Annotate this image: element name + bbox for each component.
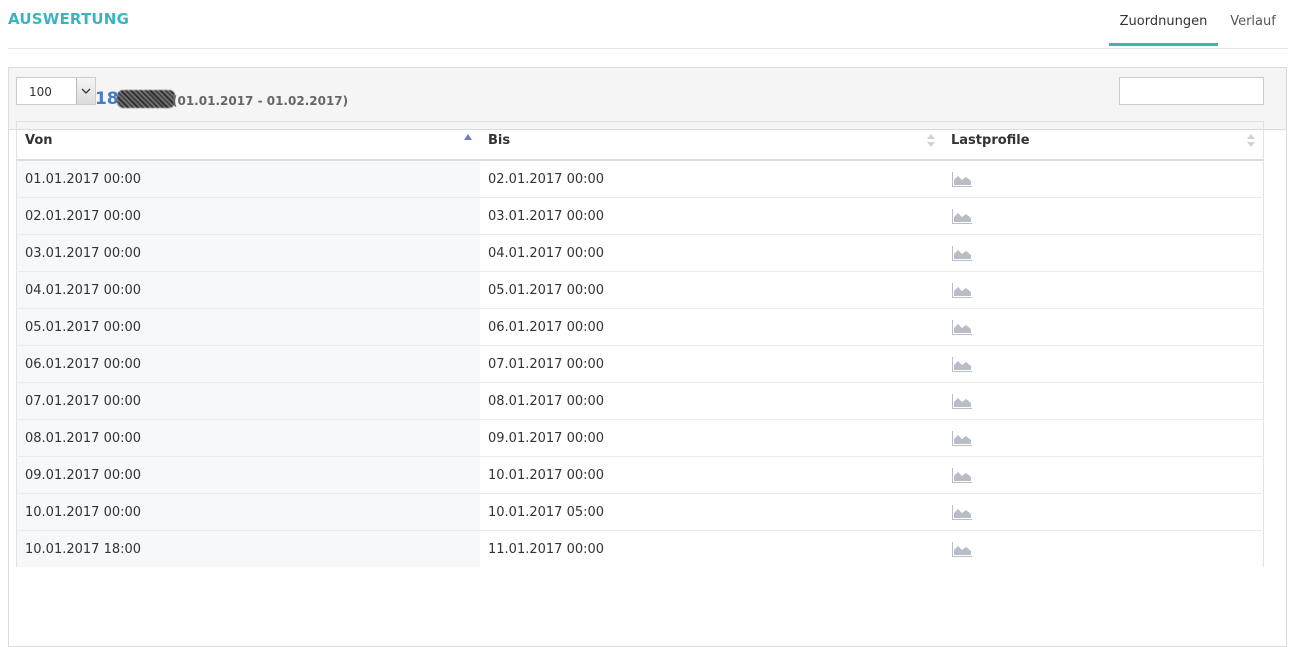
cell-bis: 10.01.2017 05:00 bbox=[480, 493, 943, 531]
column-label-bis: Bis bbox=[488, 133, 511, 148]
cell-bis: 09.01.2017 00:00 bbox=[480, 419, 943, 457]
table-row: 01.01.2017 00:00 02.01.2017 00:00 bbox=[16, 160, 1264, 198]
header-divider bbox=[8, 48, 1288, 49]
cell-lastprofile bbox=[943, 493, 1264, 531]
table-row: 07.01.2017 00:00 08.01.2017 00:00 bbox=[16, 382, 1264, 420]
cell-lastprofile bbox=[943, 530, 1264, 567]
cell-bis: 11.01.2017 00:00 bbox=[480, 530, 943, 567]
search-field[interactable] bbox=[1119, 77, 1264, 105]
period-range: (01.01.2017 - 01.02.2017) bbox=[172, 94, 349, 108]
cell-von: 03.01.2017 00:00 bbox=[16, 234, 480, 272]
cell-von: 05.01.2017 00:00 bbox=[16, 308, 480, 346]
cell-lastprofile bbox=[943, 382, 1264, 420]
redacted-text bbox=[117, 90, 175, 108]
page-length-select[interactable]: 100 bbox=[16, 77, 96, 105]
chevron-down-icon[interactable] bbox=[76, 78, 95, 104]
cell-lastprofile bbox=[943, 271, 1264, 309]
table-row: 10.01.2017 18:00 11.01.2017 00:00 bbox=[16, 530, 1264, 567]
area-chart-icon[interactable] bbox=[952, 245, 972, 261]
cell-von: 07.01.2017 00:00 bbox=[16, 382, 480, 420]
area-chart-icon[interactable] bbox=[952, 504, 972, 520]
cell-bis: 05.01.2017 00:00 bbox=[480, 271, 943, 309]
table-row: 06.01.2017 00:00 07.01.2017 00:00 bbox=[16, 345, 1264, 383]
cell-von: 08.01.2017 00:00 bbox=[16, 419, 480, 457]
column-header-von[interactable]: Von bbox=[16, 121, 480, 161]
search-input[interactable] bbox=[1120, 78, 1263, 104]
table-row: 10.01.2017 00:00 10.01.2017 05:00 bbox=[16, 493, 1264, 531]
cell-von: 09.01.2017 00:00 bbox=[16, 456, 480, 494]
column-label-lastprofile: Lastprofile bbox=[951, 133, 1030, 148]
cell-von: 10.01.2017 00:00 bbox=[16, 493, 480, 531]
cell-bis: 06.01.2017 00:00 bbox=[480, 308, 943, 346]
table-row: 09.01.2017 00:00 10.01.2017 00:00 bbox=[16, 456, 1264, 494]
page-length-value: 100 bbox=[29, 85, 52, 99]
cell-lastprofile bbox=[943, 345, 1264, 383]
cell-von: 02.01.2017 00:00 bbox=[16, 197, 480, 235]
area-chart-icon[interactable] bbox=[952, 467, 972, 483]
area-chart-icon[interactable] bbox=[952, 356, 972, 372]
table-row: 05.01.2017 00:00 06.01.2017 00:00 bbox=[16, 308, 1264, 346]
area-chart-icon[interactable] bbox=[952, 541, 972, 557]
cell-bis: 02.01.2017 00:00 bbox=[488, 171, 605, 187]
cell-lastprofile bbox=[943, 308, 1264, 346]
tab-zuordnungen[interactable]: Zuordnungen bbox=[1109, 0, 1218, 46]
table-row: 04.01.2017 00:00 05.01.2017 00:00 bbox=[16, 271, 1264, 309]
cell-lastprofile bbox=[943, 456, 1264, 494]
cell-bis: 03.01.2017 00:00 bbox=[480, 197, 943, 235]
sort-both-icon bbox=[927, 134, 935, 147]
area-chart-icon[interactable] bbox=[952, 282, 972, 298]
cell-lastprofile bbox=[943, 160, 1264, 198]
cell-bis: 04.01.2017 00:00 bbox=[480, 234, 943, 272]
tab-verlauf[interactable]: Verlauf bbox=[1220, 0, 1286, 46]
area-chart-icon[interactable] bbox=[952, 393, 972, 409]
sort-asc-icon bbox=[464, 134, 472, 140]
cell-von: 01.01.2017 00:00 bbox=[16, 160, 480, 198]
cell-bis: 10.01.2017 00:00 bbox=[480, 456, 943, 494]
sort-both-icon bbox=[1247, 134, 1255, 147]
top-bar: AUSWERTUNG Zuordnungen Verlauf bbox=[0, 0, 1290, 48]
assignments-table: Von Bis Lastprofile 01.01.2017 00:00 02.0… bbox=[16, 121, 1264, 567]
cell-von: 06.01.2017 00:00 bbox=[16, 345, 480, 383]
cell-lastprofile bbox=[943, 419, 1264, 457]
area-chart-icon[interactable] bbox=[952, 319, 972, 335]
cell-lastprofile bbox=[943, 197, 1264, 235]
column-header-lastprofile[interactable]: Lastprofile bbox=[943, 121, 1264, 161]
table-row: 02.01.2017 00:00 03.01.2017 00:00 bbox=[16, 197, 1264, 235]
column-header-bis[interactable]: Bis bbox=[480, 121, 943, 161]
cell-lastprofile bbox=[943, 234, 1264, 272]
page-title: AUSWERTUNG bbox=[8, 10, 130, 28]
area-chart-icon[interactable] bbox=[952, 171, 972, 187]
table-row: 03.01.2017 00:00 04.01.2017 00:00 bbox=[16, 234, 1264, 272]
area-chart-icon[interactable] bbox=[952, 430, 972, 446]
cell-von: 04.01.2017 00:00 bbox=[16, 271, 480, 309]
table-row: 08.01.2017 00:00 09.01.2017 00:00 bbox=[16, 419, 1264, 457]
column-label-von: Von bbox=[25, 133, 53, 148]
cell-bis: 07.01.2017 00:00 bbox=[480, 345, 943, 383]
cell-bis: 08.01.2017 00:00 bbox=[480, 382, 943, 420]
area-chart-icon[interactable] bbox=[952, 208, 972, 224]
cell-von: 10.01.2017 18:00 bbox=[16, 530, 480, 567]
